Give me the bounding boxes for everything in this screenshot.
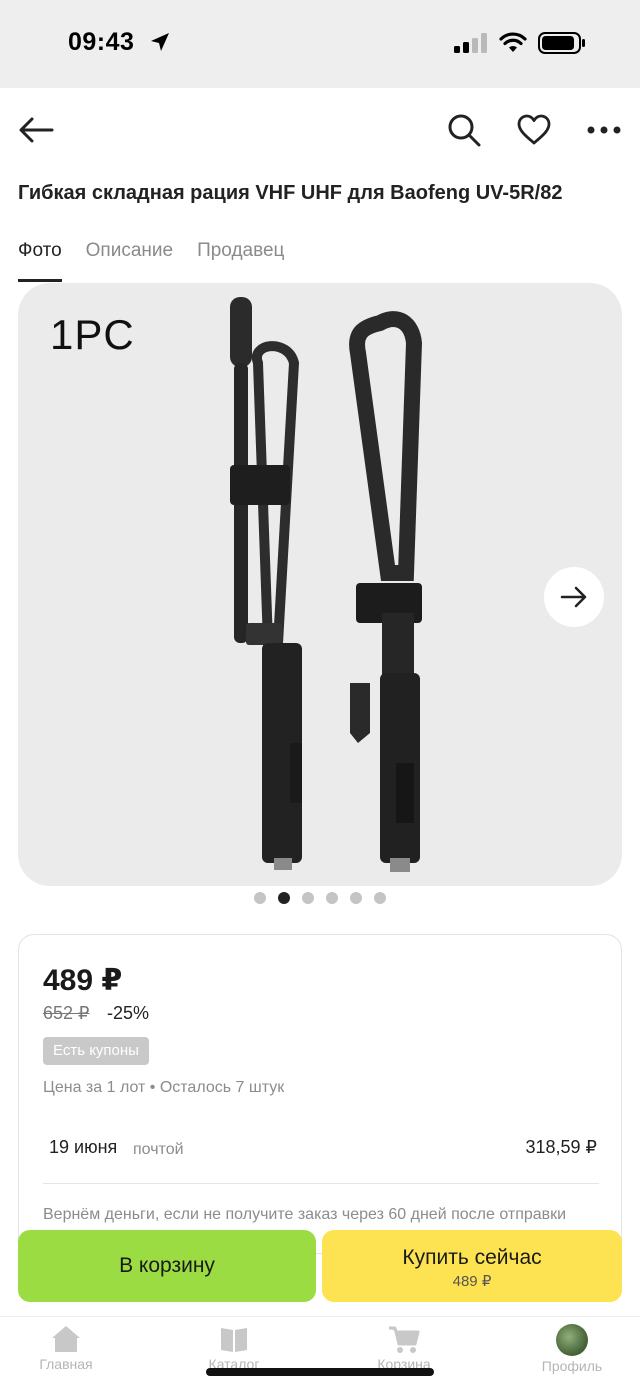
pagination-dot-active[interactable] bbox=[278, 892, 290, 904]
more-dots-icon bbox=[587, 126, 621, 134]
add-to-cart-button[interactable]: В корзину bbox=[18, 1230, 316, 1302]
nav-label-home: Главная bbox=[39, 1356, 93, 1372]
pagination-dot[interactable] bbox=[374, 892, 386, 904]
buy-now-label: Купить сейчас bbox=[402, 1246, 542, 1269]
signal-icon bbox=[454, 33, 487, 53]
cart-icon bbox=[389, 1326, 420, 1353]
image-caption: 1PC bbox=[50, 311, 135, 358]
tab-photo[interactable]: Фото bbox=[18, 240, 62, 282]
nav-item-profile[interactable]: Профиль bbox=[522, 1324, 622, 1374]
home-indicator bbox=[206, 1368, 434, 1376]
wifi-icon bbox=[499, 32, 527, 52]
pagination-dot[interactable] bbox=[326, 892, 338, 904]
nav-item-home[interactable]: Главная bbox=[16, 1324, 116, 1372]
battery-icon bbox=[538, 32, 585, 54]
gallery-next-button[interactable] bbox=[544, 567, 604, 627]
lot-info: Цена за 1 лот • Осталось 7 штук bbox=[43, 1079, 285, 1096]
search-icon bbox=[448, 114, 481, 147]
favorite-button[interactable] bbox=[512, 108, 556, 152]
search-button[interactable] bbox=[442, 108, 486, 152]
nav-item-cart[interactable]: Корзина bbox=[354, 1324, 454, 1372]
delivery-date[interactable]: 19 июня bbox=[49, 1137, 117, 1158]
heart-icon bbox=[517, 114, 551, 145]
tab-description[interactable]: Описание bbox=[86, 240, 173, 282]
gallery-pagination bbox=[254, 892, 386, 904]
product-gallery[interactable]: 1PC bbox=[18, 283, 622, 886]
price-card: 489 ₽ 652 ₽ -25% Есть купоны Цена за 1 л… bbox=[18, 934, 622, 1254]
current-price: 489 ₽ bbox=[43, 964, 123, 997]
nav-label-profile: Профиль bbox=[541, 1358, 603, 1374]
nav-item-catalog[interactable]: Каталог bbox=[184, 1324, 284, 1372]
pagination-dot[interactable] bbox=[302, 892, 314, 904]
discount-percent: -25% bbox=[107, 1003, 150, 1023]
delivery-cost: 318,59 ₽ bbox=[525, 1137, 597, 1157]
more-button[interactable] bbox=[582, 108, 626, 152]
buy-now-price: 489 ₽ bbox=[452, 1273, 492, 1290]
home-icon bbox=[52, 1326, 80, 1352]
divider bbox=[43, 1183, 599, 1184]
product-tabs: Фото Описание Продавец bbox=[18, 240, 284, 282]
status-time: 09:43 bbox=[68, 28, 135, 56]
tab-seller[interactable]: Продавец bbox=[197, 240, 284, 282]
arrow-right-icon bbox=[560, 586, 587, 608]
location-arrow-icon bbox=[151, 33, 169, 51]
old-price: 652 ₽ bbox=[43, 1003, 90, 1023]
coupon-badge[interactable]: Есть купоны bbox=[43, 1037, 149, 1065]
catalog-icon bbox=[221, 1328, 247, 1352]
back-button[interactable] bbox=[14, 108, 58, 152]
product-image bbox=[230, 297, 423, 872]
pagination-dot[interactable] bbox=[350, 892, 362, 904]
back-arrow-icon bbox=[19, 117, 54, 143]
product-title: Гибкая складная рация VHF UHF для Baofen… bbox=[18, 182, 563, 204]
buy-now-button[interactable]: Купить сейчас 489 ₽ bbox=[322, 1230, 622, 1302]
delivery-method: почтой bbox=[133, 1141, 184, 1158]
avatar bbox=[556, 1324, 588, 1356]
pagination-dot[interactable] bbox=[254, 892, 266, 904]
